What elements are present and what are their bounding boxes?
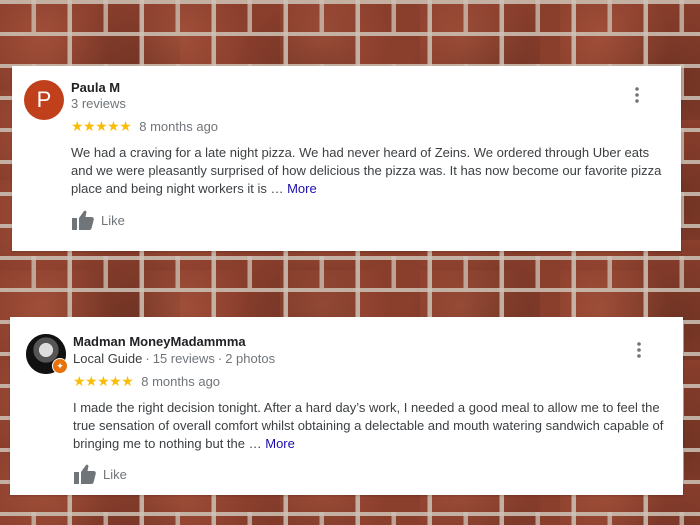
reviewer-name[interactable]: Paula M: [71, 80, 120, 95]
review-time: 8 months ago: [141, 374, 221, 389]
review-text: We had a craving for a late night pizza.…: [71, 144, 671, 198]
star-rating: ★★★★★: [71, 118, 132, 134]
like-button[interactable]: Like: [71, 209, 125, 231]
review-text: I made the right decision tonight. After…: [73, 399, 673, 453]
star-rating: ★★★★★: [73, 373, 134, 389]
more-options-button[interactable]: [627, 85, 647, 105]
more-link[interactable]: More: [265, 436, 295, 451]
separator-dot: ·: [145, 351, 150, 366]
photo-count: 2 photos: [225, 351, 276, 366]
reviewer-meta: 3 reviews: [71, 96, 126, 111]
review-card: P Paula M 3 reviews ★★★★★ 8 months ago W…: [12, 66, 681, 251]
rating-row: ★★★★★ 8 months ago: [71, 118, 218, 135]
more-vert-icon: [637, 342, 641, 358]
separator-dot: ·: [217, 351, 223, 366]
like-label: Like: [103, 466, 127, 482]
review-body: I made the right decision tonight. After…: [73, 400, 664, 451]
review-time: 8 months ago: [139, 119, 219, 134]
rating-row: ★★★★★ 8 months ago: [73, 373, 220, 390]
like-label: Like: [101, 212, 125, 228]
review-count: 3 reviews: [71, 96, 126, 111]
more-vert-icon: [635, 87, 639, 103]
avatar-letter: P: [36, 87, 52, 112]
review-body: We had a craving for a late night pizza.…: [71, 145, 662, 196]
more-options-button[interactable]: [629, 340, 649, 360]
like-button[interactable]: Like: [73, 463, 127, 485]
local-guide-badge-icon: ✦: [52, 358, 68, 374]
avatar[interactable]: P: [24, 80, 64, 120]
thumb-up-icon: [72, 210, 94, 230]
more-link[interactable]: More: [287, 181, 317, 196]
local-guide-label: Local Guide: [73, 351, 143, 366]
review-count: 15 reviews: [152, 351, 215, 366]
reviewer-name[interactable]: Madman MoneyMadammma: [73, 334, 246, 349]
thumb-up-icon: [74, 464, 96, 484]
review-card: ✦ Madman MoneyMadammma Local Guide · 15 re…: [10, 317, 683, 495]
avatar[interactable]: ✦: [26, 334, 68, 374]
reviewer-meta: Local Guide · 15 reviews · 2 photos: [73, 351, 275, 366]
